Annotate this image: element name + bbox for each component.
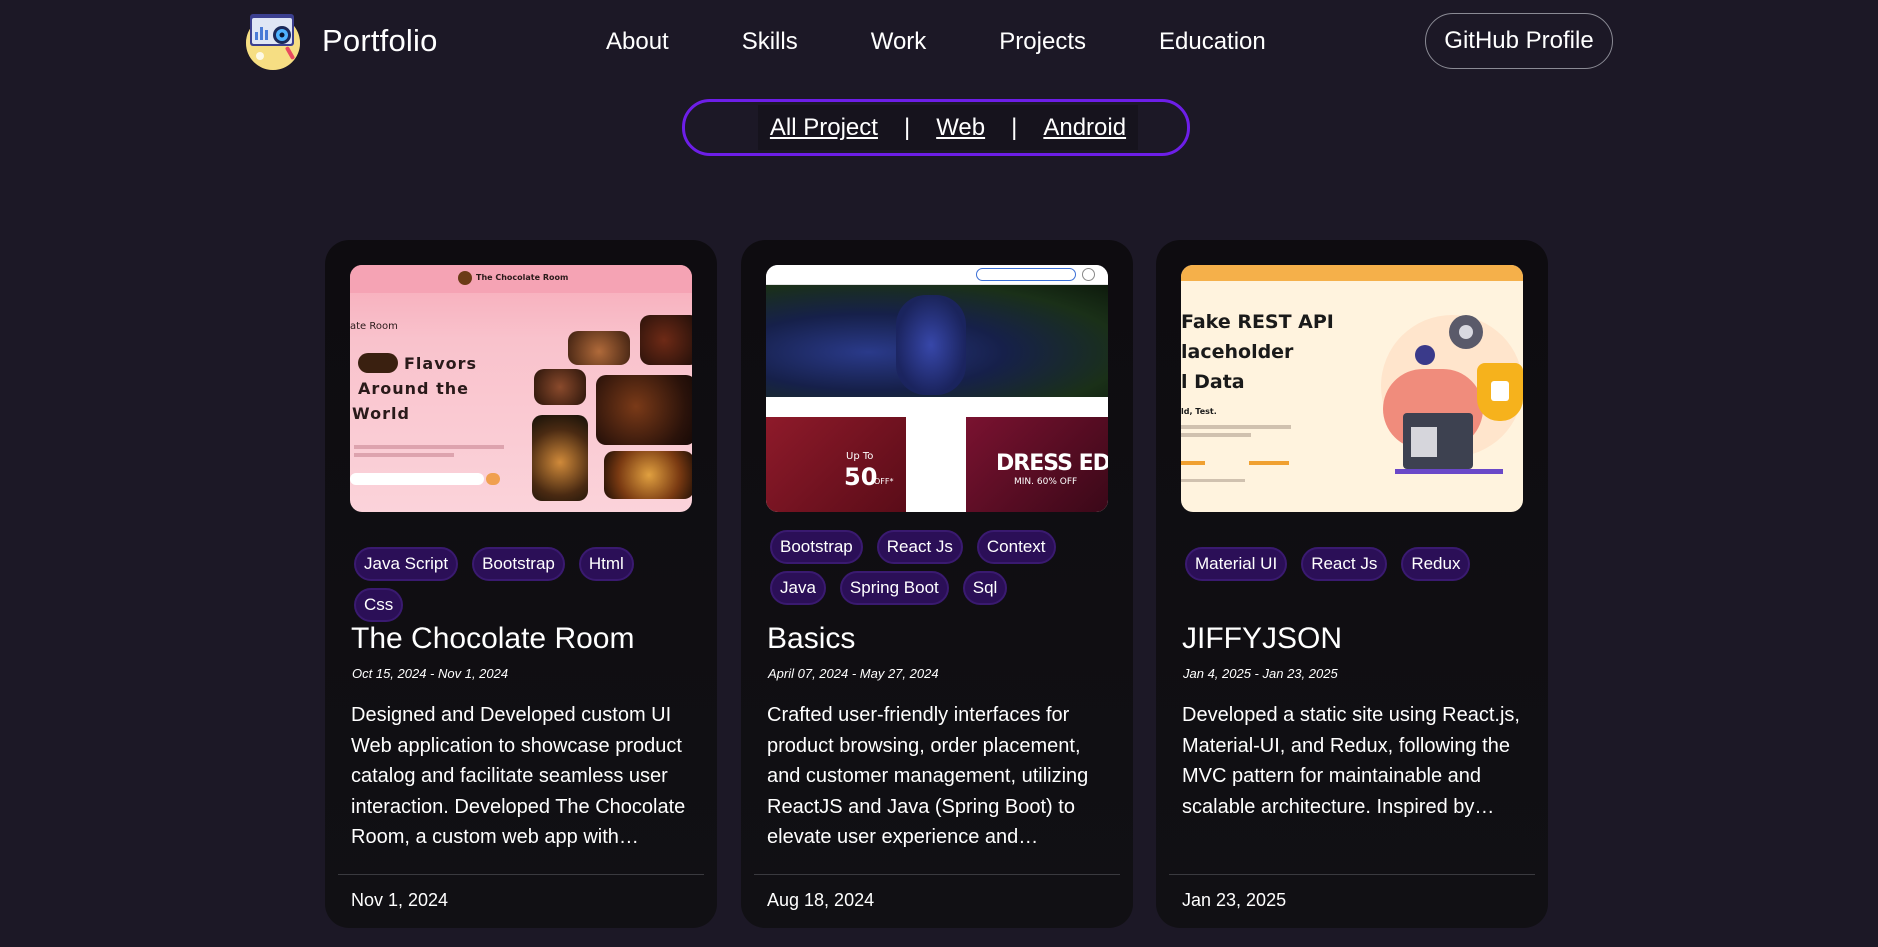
project-screenshot: Fake REST API laceholder l Data ld, Test… [1181, 265, 1523, 512]
project-footer-date: Jan 23, 2025 [1182, 890, 1287, 910]
brand[interactable]: Portfolio [242, 10, 438, 72]
nav-link-education[interactable]: Education [1159, 22, 1266, 62]
project-card[interactable]: Up To 50 OFF* DRESS EDIT MIN. 60% OFF Bo… [741, 240, 1133, 928]
github-profile-button[interactable]: GitHub Profile [1425, 13, 1613, 69]
project-date-range: Oct 15, 2024 - Nov 1, 2024 [352, 666, 509, 681]
tech-tag: Bootstrap [770, 530, 863, 564]
tech-tag: Css [354, 588, 404, 622]
nav-links: About Skills Work Projects Education [606, 22, 1266, 62]
nav-link-work[interactable]: Work [871, 22, 927, 62]
project-description: Developed a static site using React.js, … [1182, 704, 1520, 818]
tech-tags: Java Script Bootstrap Html Css [354, 547, 694, 629]
tech-tag: Redux [1401, 547, 1471, 581]
project-title: The Chocolate Room [351, 622, 635, 655]
brand-name: Portfolio [322, 23, 438, 58]
project-footer-date: Aug 18, 2024 [767, 890, 875, 910]
card-divider [1169, 874, 1535, 875]
project-title: JIFFYJSON [1182, 622, 1343, 655]
tech-tag: React Js [876, 530, 963, 564]
tech-tags: Bootstrap React Js Context Java Spring B… [770, 530, 1110, 612]
tech-tags: Material UI React Js Redux [1185, 547, 1525, 588]
project-date-range: Jan 4, 2025 - Jan 23, 2025 [1183, 666, 1338, 681]
filter-separator: | [997, 105, 1032, 150]
tech-tag: Java [770, 571, 826, 605]
filter-separator: | [889, 105, 925, 150]
nav-link-projects[interactable]: Projects [999, 22, 1086, 62]
nav-link-about[interactable]: About [606, 22, 669, 62]
tech-tag: Bootstrap [472, 547, 565, 581]
portfolio-logo-icon [246, 14, 300, 70]
nav-link-skills[interactable]: Skills [742, 22, 798, 62]
tech-tag: Context [976, 530, 1056, 564]
project-description: Designed and Developed custom UI Web app… [351, 704, 686, 848]
card-divider [338, 874, 704, 875]
filter-all-project[interactable]: All Project [757, 105, 890, 150]
tech-tag: Html [578, 547, 634, 581]
filter-web[interactable]: Web [924, 105, 998, 150]
project-card[interactable]: The Chocolate Room ate Room Flavors Arou… [325, 240, 717, 928]
project-footer-date: Nov 1, 2024 [351, 890, 449, 910]
tech-tag: Java Script [354, 547, 459, 581]
project-date-range: April 07, 2024 - May 27, 2024 [768, 666, 939, 681]
project-description: Crafted user-friendly interfaces for pro… [767, 704, 1089, 848]
card-divider [754, 874, 1120, 875]
tech-tag: React Js [1301, 547, 1388, 581]
project-title: Basics [767, 622, 856, 655]
tech-tag: Sql [962, 571, 1008, 605]
navbar: Portfolio About Skills Work Projects Edu… [0, 0, 1878, 82]
filter-android[interactable]: Android [1031, 105, 1139, 150]
project-screenshot: The Chocolate Room ate Room Flavors Arou… [350, 265, 692, 512]
project-card[interactable]: Fake REST API laceholder l Data ld, Test… [1156, 240, 1548, 928]
tech-tag: Material UI [1185, 547, 1288, 581]
project-screenshot: Up To 50 OFF* DRESS EDIT MIN. 60% OFF [766, 265, 1108, 512]
tech-tag: Spring Boot [839, 571, 949, 605]
project-filter: All Project | Web | Android [682, 99, 1190, 156]
